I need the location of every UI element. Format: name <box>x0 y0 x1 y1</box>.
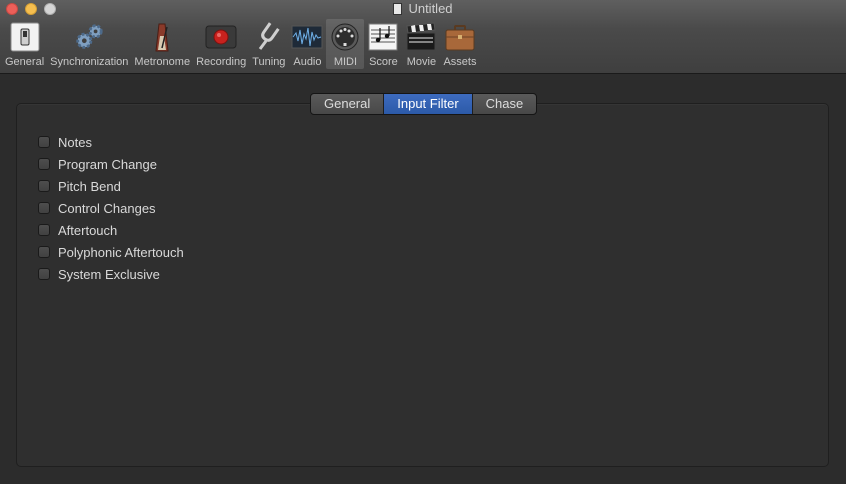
toolbar-item-tuning[interactable]: Tuning <box>249 19 288 69</box>
toolbar-item-assets[interactable]: Assets <box>440 19 479 69</box>
briefcase-icon <box>444 21 476 53</box>
preferences-toolbar: General Synchronization Metronome Record… <box>2 19 479 71</box>
filter-label: Notes <box>58 134 92 150</box>
toolbar-item-score[interactable]: Score <box>364 19 402 69</box>
toolbar-item-synchronization[interactable]: Synchronization <box>47 19 131 69</box>
filter-label: Program Change <box>58 156 157 172</box>
pitch-bend-checkbox[interactable] <box>38 180 50 192</box>
filter-program-change[interactable]: Program Change <box>38 153 184 175</box>
notes-checkbox[interactable] <box>38 136 50 148</box>
toolbar-item-audio[interactable]: Audio <box>288 19 326 69</box>
toolbar-label: General <box>5 56 45 68</box>
aftertouch-checkbox[interactable] <box>38 224 50 236</box>
toolbar-item-general[interactable]: General <box>2 19 47 69</box>
toolbar-label: Synchronization <box>50 56 129 68</box>
program-change-checkbox[interactable] <box>38 158 50 170</box>
toolbar-label: Assets <box>443 56 477 68</box>
record-icon <box>205 21 237 53</box>
toolbar-label: Score <box>369 56 398 68</box>
filter-label: Pitch Bend <box>58 178 121 194</box>
metronome-icon <box>146 21 178 53</box>
title-bar: Untitled General Synchronization Metrono… <box>0 0 846 74</box>
toolbar-label: Audio <box>293 56 322 68</box>
toolbar-label: Movie <box>406 56 437 68</box>
filter-label: Polyphonic Aftertouch <box>58 244 184 260</box>
toolbar-label: Tuning <box>252 56 286 68</box>
waveform-icon <box>291 21 323 53</box>
filter-label: Control Changes <box>58 200 156 216</box>
preferences-window: Untitled General Synchronization Metrono… <box>0 0 846 484</box>
filter-pitch-bend[interactable]: Pitch Bend <box>38 175 184 197</box>
toolbar-label: Recording <box>196 56 247 68</box>
tab-general[interactable]: General <box>311 94 385 114</box>
toolbar-item-movie[interactable]: Movie <box>402 19 440 69</box>
toolbar-label: Metronome <box>134 56 191 68</box>
toolbar-label: MIDI <box>333 56 358 68</box>
window-title-area: Untitled <box>0 1 846 17</box>
sheet-music-icon <box>367 21 399 53</box>
midi-connector-icon <box>329 21 361 53</box>
filter-system-exclusive[interactable]: System Exclusive <box>38 263 184 285</box>
system-exclusive-checkbox[interactable] <box>38 268 50 280</box>
clapperboard-icon <box>405 21 437 53</box>
filter-notes[interactable]: Notes <box>38 131 184 153</box>
document-icon <box>393 3 403 15</box>
filter-polyphonic-aftertouch[interactable]: Polyphonic Aftertouch <box>38 241 184 263</box>
midi-tab-bar: General Input Filter Chase <box>310 93 538 115</box>
toolbar-item-metronome[interactable]: Metronome <box>131 19 193 69</box>
tab-chase[interactable]: Chase <box>473 94 537 114</box>
toolbar-item-recording[interactable]: Recording <box>193 19 249 69</box>
tab-input-filter[interactable]: Input Filter <box>384 94 473 114</box>
control-changes-checkbox[interactable] <box>38 202 50 214</box>
filter-label: System Exclusive <box>58 266 160 282</box>
tuning-fork-icon <box>253 21 285 53</box>
input-filter-list: Notes Program Change Pitch Bend Control … <box>38 131 184 285</box>
filter-label: Aftertouch <box>58 222 118 238</box>
filter-aftertouch[interactable]: Aftertouch <box>38 219 184 241</box>
window-title: Untitled <box>408 1 453 16</box>
filter-control-changes[interactable]: Control Changes <box>38 197 184 219</box>
polyphonic-aftertouch-checkbox[interactable] <box>38 246 50 258</box>
gears-icon <box>73 21 105 53</box>
toolbar-item-midi[interactable]: MIDI <box>326 19 365 69</box>
switch-icon <box>9 21 41 53</box>
